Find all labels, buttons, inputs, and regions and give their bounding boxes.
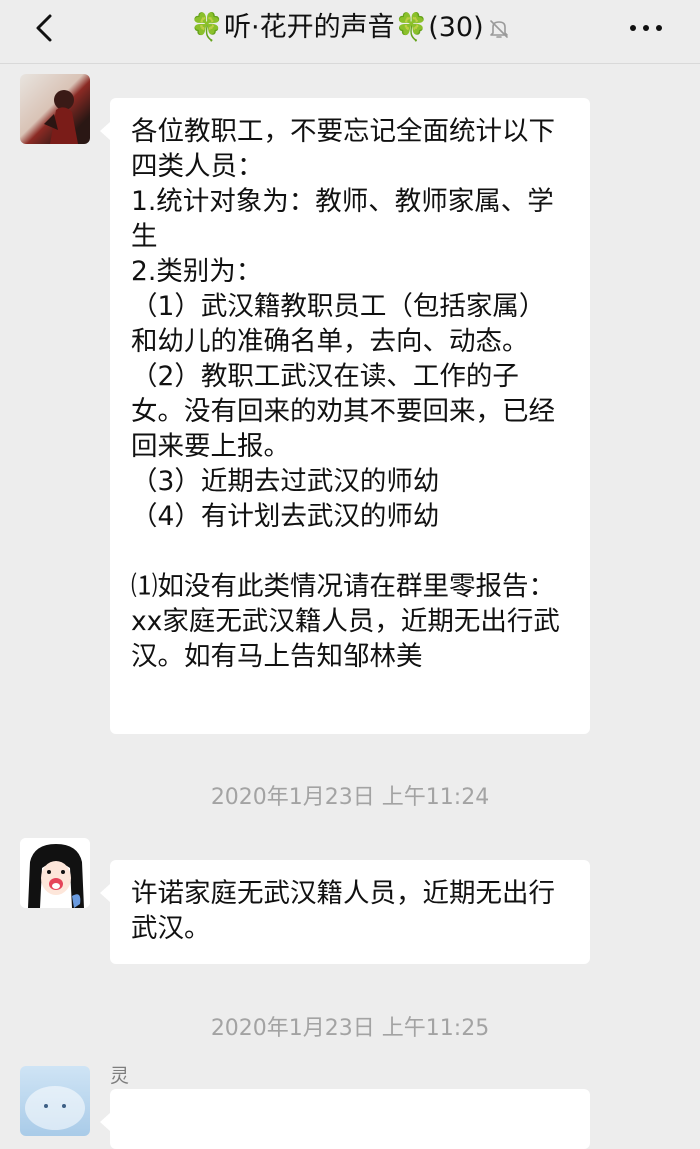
message-bubble[interactable]: 各位教职工，不要忘记全面统计以下四类人员： 1.统计对象为：教师、教师家属、学生… bbox=[100, 98, 590, 734]
more-icon[interactable] bbox=[626, 14, 666, 42]
clover-icon: 🍀 bbox=[394, 12, 429, 43]
timestamp: 2020年1月23日 上午11:25 bbox=[210, 1016, 490, 1041]
member-count: (30) bbox=[428, 12, 484, 43]
user-avatar[interactable] bbox=[20, 74, 90, 144]
user-avatar[interactable] bbox=[20, 1066, 90, 1136]
user-avatar[interactable] bbox=[20, 838, 90, 908]
group-name: 听·花开的声音 bbox=[223, 12, 395, 43]
chat-title: 🍀听·花开的声音🍀(30) bbox=[0, 11, 700, 45]
chat-header: 🍀听·花开的声音🍀(30) bbox=[0, 0, 700, 64]
clover-icon: 🍀 bbox=[190, 12, 224, 43]
bell-off-icon bbox=[489, 19, 508, 38]
message-list[interactable]: 各位教职工，不要忘记全面统计以下四类人员： 1.统计对象为：教师、教师家属、学生… bbox=[0, 64, 700, 1149]
timestamp: 2020年1月23日 上午11:24 bbox=[210, 785, 490, 810]
message-bubble[interactable] bbox=[100, 1089, 590, 1149]
sender-name: 灵 bbox=[110, 1065, 130, 1087]
message-bubble[interactable]: 许诺家庭无武汉籍人员，近期无出行武汉。 bbox=[100, 860, 590, 964]
